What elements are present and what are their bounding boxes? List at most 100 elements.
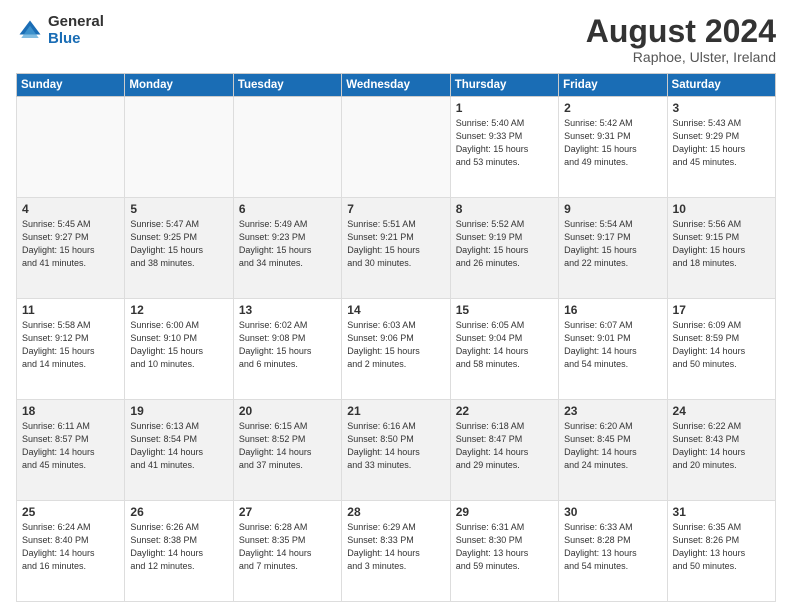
day-info: Sunrise: 5:42 AM Sunset: 9:31 PM Dayligh… [564,117,661,169]
calendar-cell: 28Sunrise: 6:29 AM Sunset: 8:33 PM Dayli… [342,501,450,602]
day-info: Sunrise: 6:33 AM Sunset: 8:28 PM Dayligh… [564,521,661,573]
calendar-table: SundayMondayTuesdayWednesdayThursdayFrid… [16,73,776,602]
calendar-cell: 24 Sunrise: 6:22 AM Sunset: 8:43 PM Dayli… [667,400,775,501]
calendar-cell: 15 Sunrise: 6:05 AM Sunset: 9:04 PM Dayli… [450,299,558,400]
logo: General Blue [16,14,104,47]
day-info: Sunrise: 6:13 AM Sunset: 8:54 PM Dayligh… [130,420,227,472]
day-info: Sunrise: 5:56 AM Sunset: 9:15 PM Dayligh… [673,218,770,270]
weekday-header-cell: Monday [125,74,233,97]
day-info: Sunrise: 6:26 AM Sunset: 8:38 PM Dayligh… [130,521,227,573]
calendar-cell: 1 Sunrise: 5:40 AM Sunset: 9:33 PM Daylig… [450,97,558,198]
day-info: Sunrise: 5:49 AM Sunset: 9:23 PM Dayligh… [239,218,336,270]
day-number: 2 [564,101,661,115]
day-info: Sunrise: 6:22 AM Sunset: 8:43 PM Dayligh… [673,420,770,472]
day-number: 4 [22,202,119,216]
day-number: 8 [456,202,553,216]
day-info: Sunrise: 6:02 AM Sunset: 9:08 PM Dayligh… [239,319,336,371]
calendar-cell: 17 Sunrise: 6:09 AM Sunset: 8:59 PM Dayli… [667,299,775,400]
day-info: Sunrise: 6:35 AM Sunset: 8:26 PM Dayligh… [673,521,770,573]
day-number: 29 [456,505,553,519]
day-info: Sunrise: 6:05 AM Sunset: 9:04 PM Dayligh… [456,319,553,371]
weekday-header-row: SundayMondayTuesdayWednesdayThursdayFrid… [17,74,776,97]
calendar-cell: 10 Sunrise: 5:56 AM Sunset: 9:15 PM Dayli… [667,198,775,299]
month-year: August 2024 [586,14,776,49]
day-info: Sunrise: 5:51 AM Sunset: 9:21 PM Dayligh… [347,218,444,270]
logo-text: General Blue [48,14,104,47]
day-number: 1 [456,101,553,115]
day-number: 16 [564,303,661,317]
day-number: 24 [673,404,770,418]
day-info: Sunrise: 6:07 AM Sunset: 9:01 PM Dayligh… [564,319,661,371]
calendar-cell: 18 Sunrise: 6:11 AM Sunset: 8:57 PM Dayli… [17,400,125,501]
calendar-cell: 2 Sunrise: 5:42 AM Sunset: 9:31 PM Daylig… [559,97,667,198]
day-number: 15 [456,303,553,317]
day-number: 12 [130,303,227,317]
day-number: 30 [564,505,661,519]
day-number: 27 [239,505,336,519]
logo-icon [16,17,44,45]
day-info: Sunrise: 6:09 AM Sunset: 8:59 PM Dayligh… [673,319,770,371]
day-info: Sunrise: 6:31 AM Sunset: 8:30 PM Dayligh… [456,521,553,573]
weekday-header-cell: Saturday [667,74,775,97]
calendar-cell: 30 Sunrise: 6:33 AM Sunset: 8:28 PM Dayli… [559,501,667,602]
calendar-cell: 6Sunrise: 5:49 AM Sunset: 9:23 PM Daylig… [233,198,341,299]
calendar-cell: 13 Sunrise: 6:02 AM Sunset: 9:08 PM Dayli… [233,299,341,400]
calendar-cell: 29 Sunrise: 6:31 AM Sunset: 8:30 PM Dayli… [450,501,558,602]
day-number: 17 [673,303,770,317]
day-info: Sunrise: 6:16 AM Sunset: 8:50 PM Dayligh… [347,420,444,472]
calendar-cell: 27 Sunrise: 6:28 AM Sunset: 8:35 PM Dayli… [233,501,341,602]
day-number: 19 [130,404,227,418]
calendar-cell: 25Sunrise: 6:24 AM Sunset: 8:40 PM Dayli… [17,501,125,602]
calendar-row: 1 Sunrise: 5:40 AM Sunset: 9:33 PM Daylig… [17,97,776,198]
logo-blue: Blue [48,31,104,48]
calendar-cell [17,97,125,198]
day-number: 25 [22,505,119,519]
calendar-cell: 26 Sunrise: 6:26 AM Sunset: 8:38 PM Dayli… [125,501,233,602]
header: General Blue August 2024 Raphoe, Ulster,… [16,14,776,65]
day-info: Sunrise: 6:20 AM Sunset: 8:45 PM Dayligh… [564,420,661,472]
day-number: 23 [564,404,661,418]
day-number: 26 [130,505,227,519]
day-number: 28 [347,505,444,519]
day-number: 14 [347,303,444,317]
calendar-body: 1 Sunrise: 5:40 AM Sunset: 9:33 PM Daylig… [17,97,776,602]
day-info: Sunrise: 6:03 AM Sunset: 9:06 PM Dayligh… [347,319,444,371]
calendar-row: 4Sunrise: 5:45 AM Sunset: 9:27 PM Daylig… [17,198,776,299]
day-info: Sunrise: 6:18 AM Sunset: 8:47 PM Dayligh… [456,420,553,472]
day-number: 13 [239,303,336,317]
day-number: 22 [456,404,553,418]
day-number: 31 [673,505,770,519]
weekday-header-cell: Sunday [17,74,125,97]
calendar-row: 25Sunrise: 6:24 AM Sunset: 8:40 PM Dayli… [17,501,776,602]
calendar-cell: 14 Sunrise: 6:03 AM Sunset: 9:06 PM Dayli… [342,299,450,400]
logo-general: General [48,14,104,31]
weekday-header-cell: Tuesday [233,74,341,97]
day-info: Sunrise: 5:40 AM Sunset: 9:33 PM Dayligh… [456,117,553,169]
weekday-header-cell: Wednesday [342,74,450,97]
calendar-cell: 3Sunrise: 5:43 AM Sunset: 9:29 PM Daylig… [667,97,775,198]
weekday-header-cell: Friday [559,74,667,97]
day-number: 18 [22,404,119,418]
day-number: 21 [347,404,444,418]
day-number: 10 [673,202,770,216]
calendar-cell: 21 Sunrise: 6:16 AM Sunset: 8:50 PM Dayli… [342,400,450,501]
day-info: Sunrise: 6:11 AM Sunset: 8:57 PM Dayligh… [22,420,119,472]
calendar-cell: 20Sunrise: 6:15 AM Sunset: 8:52 PM Dayli… [233,400,341,501]
calendar-cell: 23 Sunrise: 6:20 AM Sunset: 8:45 PM Dayli… [559,400,667,501]
day-info: Sunrise: 6:28 AM Sunset: 8:35 PM Dayligh… [239,521,336,573]
calendar-cell: 16 Sunrise: 6:07 AM Sunset: 9:01 PM Dayli… [559,299,667,400]
calendar-cell: 22 Sunrise: 6:18 AM Sunset: 8:47 PM Dayli… [450,400,558,501]
weekday-header-cell: Thursday [450,74,558,97]
day-info: Sunrise: 5:58 AM Sunset: 9:12 PM Dayligh… [22,319,119,371]
day-info: Sunrise: 5:47 AM Sunset: 9:25 PM Dayligh… [130,218,227,270]
title-block: August 2024 Raphoe, Ulster, Ireland [586,14,776,65]
day-info: Sunrise: 5:54 AM Sunset: 9:17 PM Dayligh… [564,218,661,270]
day-number: 11 [22,303,119,317]
calendar-cell: 8 Sunrise: 5:52 AM Sunset: 9:19 PM Daylig… [450,198,558,299]
calendar-cell: 7Sunrise: 5:51 AM Sunset: 9:21 PM Daylig… [342,198,450,299]
day-info: Sunrise: 6:15 AM Sunset: 8:52 PM Dayligh… [239,420,336,472]
day-info: Sunrise: 5:52 AM Sunset: 9:19 PM Dayligh… [456,218,553,270]
calendar-row: 18 Sunrise: 6:11 AM Sunset: 8:57 PM Dayli… [17,400,776,501]
day-number: 5 [130,202,227,216]
calendar-cell: 31 Sunrise: 6:35 AM Sunset: 8:26 PM Dayli… [667,501,775,602]
